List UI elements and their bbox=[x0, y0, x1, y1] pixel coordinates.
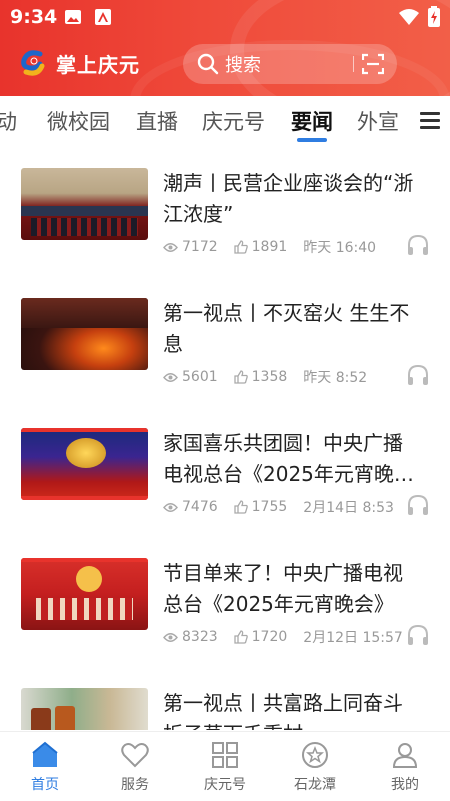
wifi-icon bbox=[399, 9, 419, 25]
tab-services[interactable]: 服务 bbox=[90, 732, 180, 801]
article-title: 节目单来了！中央广播电视总台《2025年元宵晚会》 bbox=[163, 561, 403, 616]
search-bar[interactable]: 搜索 bbox=[183, 44, 397, 84]
publish-time: 2月12日 15:57 bbox=[303, 630, 403, 646]
like-count: 1720 bbox=[251, 629, 288, 645]
like-icon bbox=[233, 240, 248, 254]
search-placeholder: 搜索 bbox=[225, 55, 261, 76]
tab-shilongtan[interactable]: 石龙潭 bbox=[270, 732, 360, 801]
headphones-icon[interactable] bbox=[406, 494, 430, 516]
article-thumbnail bbox=[21, 428, 148, 500]
star-badge-icon bbox=[302, 742, 328, 768]
like-icon bbox=[233, 370, 248, 384]
views-icon bbox=[163, 372, 178, 382]
user-icon bbox=[392, 743, 418, 768]
article-meta: 8323 1720 2月12日 15:57 bbox=[163, 627, 403, 647]
app-brand: 掌上庆元 bbox=[18, 46, 140, 80]
article-meta: 7172 1891 昨天 16:40 bbox=[163, 237, 376, 257]
app-name: 掌上庆元 bbox=[56, 52, 140, 77]
news-list: 潮声丨民营企业座谈会的“浙江浓度” 7172 1891 昨天 16:40 第一视… bbox=[0, 150, 450, 730]
article-thumbnail bbox=[21, 298, 148, 370]
article-thumbnail bbox=[21, 688, 148, 730]
views-icon bbox=[163, 242, 178, 252]
tab-home-label: 首页 bbox=[31, 777, 59, 793]
list-item[interactable]: 家国喜乐共团圆！中央广播电视总台《2025年元宵晚会》 7476 1755 2月… bbox=[0, 410, 450, 540]
channel-tabs: 动 微校园 直播 庆元号 要闻 外宣 bbox=[0, 96, 450, 148]
gallery-notification-icon bbox=[65, 10, 81, 24]
tab-campus[interactable]: 微校园 bbox=[47, 106, 110, 136]
menu-icon bbox=[420, 112, 440, 115]
views-icon bbox=[163, 502, 178, 512]
article-meta: 5601 1358 昨天 8:52 bbox=[163, 367, 367, 387]
publish-time: 昨天 8:52 bbox=[303, 370, 368, 386]
status-time: 9:34 bbox=[10, 6, 58, 28]
like-count: 1358 bbox=[251, 369, 288, 385]
list-item[interactable]: 第一视点丨不灭窑火 生生不息 5601 1358 昨天 8:52 bbox=[0, 280, 450, 410]
search-icon bbox=[197, 53, 219, 75]
list-item[interactable]: 节目单来了！中央广播电视总台《2025年元宵晚会》 8323 1720 2月12… bbox=[0, 540, 450, 670]
view-count: 8323 bbox=[182, 629, 218, 645]
tab-services-label: 服务 bbox=[121, 777, 149, 793]
app-logo-icon bbox=[18, 48, 48, 78]
headphones-icon[interactable] bbox=[406, 364, 430, 386]
tab-activity[interactable]: 动 bbox=[0, 106, 17, 136]
view-count: 5601 bbox=[182, 369, 218, 385]
tab-qingyuan-account[interactable]: 庆元号 bbox=[202, 106, 265, 136]
article-title: 第一视点丨共富路上同奋斗 折子草下千重村 bbox=[163, 691, 403, 730]
app-header: 9:34 掌上庆元 搜索 bbox=[0, 0, 450, 96]
views-icon bbox=[163, 632, 178, 642]
search-divider bbox=[353, 56, 354, 72]
battery-icon bbox=[428, 6, 440, 27]
like-count: 1755 bbox=[251, 499, 288, 515]
article-thumbnail bbox=[21, 168, 148, 240]
tab-profile-label: 我的 bbox=[391, 777, 419, 793]
grid-icon bbox=[212, 742, 238, 768]
publish-time: 昨天 16:40 bbox=[303, 240, 377, 256]
view-count: 7172 bbox=[182, 239, 218, 255]
headphones-icon[interactable] bbox=[406, 234, 430, 256]
like-count: 1891 bbox=[251, 239, 288, 255]
article-title: 家国喜乐共团圆！中央广播电视总台《2025年元宵晚会》 bbox=[163, 431, 403, 486]
tab-home[interactable]: 首页 bbox=[0, 732, 90, 801]
tab-headlines[interactable]: 要闻 bbox=[291, 106, 333, 136]
list-item[interactable]: 第一视点丨共富路上同奋斗 折子草下千重村 bbox=[0, 670, 450, 730]
active-tab-indicator bbox=[297, 138, 327, 142]
list-item[interactable]: 潮声丨民营企业座谈会的“浙江浓度” 7172 1891 昨天 16:40 bbox=[0, 150, 450, 280]
tab-shilongtan-label: 石龙潭 bbox=[294, 777, 336, 793]
like-icon bbox=[233, 500, 248, 514]
publish-time: 2月14日 8:53 bbox=[303, 500, 394, 516]
like-icon bbox=[233, 630, 248, 644]
channel-menu-button[interactable] bbox=[410, 96, 450, 142]
heart-icon bbox=[121, 743, 149, 768]
scan-icon[interactable] bbox=[362, 53, 384, 75]
bottom-tab-bar: 首页 服务 庆元号 石龙潭 我的 bbox=[0, 731, 450, 800]
tab-live[interactable]: 直播 bbox=[136, 106, 178, 136]
home-icon bbox=[32, 741, 58, 767]
status-bar: 9:34 bbox=[0, 0, 450, 34]
article-title: 潮声丨民营企业座谈会的“浙江浓度” bbox=[163, 171, 414, 226]
article-thumbnail bbox=[21, 558, 148, 630]
view-count: 7476 bbox=[182, 499, 218, 515]
headphones-icon[interactable] bbox=[406, 624, 430, 646]
tab-publicity[interactable]: 外宣 bbox=[357, 106, 399, 136]
article-meta: 7476 1755 2月14日 8:53 bbox=[163, 497, 394, 517]
article-title: 第一视点丨不灭窑火 生生不息 bbox=[163, 301, 410, 356]
tab-qingyuan-label: 庆元号 bbox=[204, 777, 246, 793]
pdf-notification-icon bbox=[95, 9, 111, 25]
tab-qingyuan[interactable]: 庆元号 bbox=[180, 732, 270, 801]
tab-profile[interactable]: 我的 bbox=[360, 732, 450, 801]
